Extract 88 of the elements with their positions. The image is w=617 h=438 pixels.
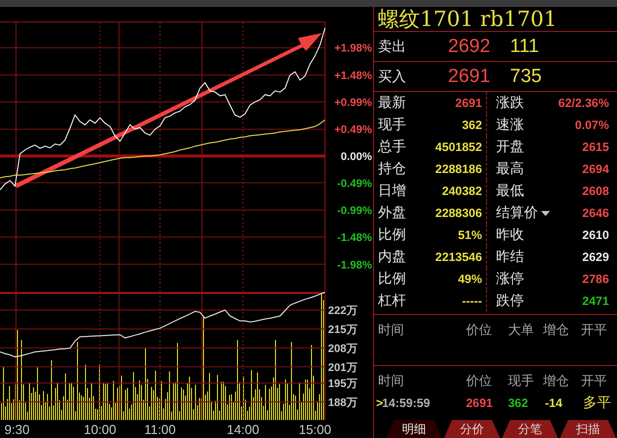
stat-value: 62/2.36% [558, 96, 609, 110]
stat-label: 昨结 [496, 248, 524, 266]
stat-value: 4501852 [435, 140, 482, 154]
tab[interactable]: 明细 [386, 420, 442, 438]
axis-label: 188万 [328, 396, 358, 409]
table-cell-text: -14 [545, 396, 564, 410]
stat-value: 2213546 [435, 250, 482, 264]
stat-label: 涨停 [496, 270, 524, 288]
column-header: 时间 [378, 322, 405, 339]
stat-label: 外盘 [378, 204, 406, 222]
axis-label: +1.48% [334, 70, 372, 82]
stat-value: 2629 [582, 250, 609, 264]
stat-value: 51% [458, 228, 482, 242]
axis-label: 208万 [328, 342, 358, 355]
time-label: 9:30 [4, 422, 30, 437]
stat-value: 2615 [582, 140, 609, 154]
axis-label: -1.48% [337, 232, 372, 244]
order-label: 买入 [377, 68, 407, 86]
stat-label: 杠杆 [378, 292, 406, 310]
axis-label: 0.00% [340, 151, 372, 163]
stat-label: 昨收 [496, 226, 524, 244]
axis-label: 222万 [328, 305, 358, 318]
stat-label: 涨跌 [496, 94, 524, 112]
table-cell: 多平 [583, 394, 611, 412]
column-header: 时间 [378, 373, 405, 390]
stat-label: 速涨 [496, 116, 524, 134]
axis-label: +0.99% [334, 96, 372, 109]
column-header: 现手 [508, 373, 535, 390]
stat-label: 最低 [496, 182, 524, 200]
stat-label: 结算价 [496, 204, 538, 222]
stat-label: 内盘 [378, 248, 406, 266]
axis-label: 215万 [328, 324, 358, 336]
stat-label: 日增 [378, 182, 406, 200]
axis-label: -1.98% [337, 259, 372, 272]
tab[interactable]: 分价 [444, 420, 500, 438]
stat-value: 2691 [455, 96, 482, 110]
tab[interactable]: 扫描 [560, 420, 616, 438]
column-header: 大单 [508, 322, 535, 339]
contract-title: 螺纹1701 rb1701 [374, 7, 617, 32]
column-header: 价位 [466, 373, 493, 390]
time-label: 15:00 [298, 422, 332, 437]
order-price: 2691 [448, 66, 492, 88]
stat-label: 跌停 [496, 292, 524, 310]
stat-label: 现手 [378, 116, 406, 134]
stat-value: 2646 [582, 206, 609, 220]
stat-value: 2608 [582, 184, 609, 198]
stat-label: 开盘 [496, 138, 524, 156]
stat-label: 最高 [496, 160, 524, 178]
stat-label: 比例 [378, 270, 406, 288]
stat-value: 362 [462, 118, 482, 132]
table-cell-text: 14:59:59 [382, 396, 432, 410]
column-header: 增仓 [543, 373, 570, 390]
axis-label: +1.98% [334, 42, 372, 55]
stat-value: 2288186 [435, 162, 482, 176]
stat-value: ----- [462, 294, 482, 308]
stat-value: 2471 [582, 294, 609, 308]
stat-value: 2786 [582, 272, 609, 286]
column-header: 开平 [581, 373, 607, 390]
stat-value: 2288306 [435, 206, 482, 220]
stat-label: 最新 [378, 94, 406, 112]
column-header: 增仓 [543, 322, 570, 339]
axis-label: 201万 [328, 362, 358, 374]
stat-label: 总手 [378, 138, 406, 156]
dropdown-icon[interactable] [541, 210, 550, 216]
time-label: 14:00 [226, 422, 260, 437]
time-label: 11:00 [144, 422, 176, 437]
stat-value: 0.07% [574, 118, 609, 132]
axis-label: +0.49% [334, 124, 372, 136]
order-volume: 735 [510, 66, 542, 88]
stat-value: 240382 [442, 184, 482, 198]
stat-label: 持仓 [378, 160, 406, 178]
table-cell-text: 2691 [466, 396, 494, 410]
order-price: 2692 [448, 36, 492, 58]
stat-value: 49% [458, 272, 482, 286]
column-header: 价位 [466, 322, 493, 339]
stat-value: 2694 [582, 162, 609, 176]
tab[interactable]: 分笔 [502, 420, 558, 438]
order-label: 卖出 [377, 38, 407, 56]
row-marker: > [376, 396, 382, 410]
axis-label: -0.49% [337, 178, 372, 190]
stat-label: 比例 [378, 226, 406, 244]
stat-value: 2610 [582, 228, 609, 242]
order-volume: 111 [510, 36, 539, 58]
axis-label: -0.99% [337, 205, 372, 218]
time-label: 10:00 [84, 422, 116, 437]
table-cell-text: 362 [508, 396, 530, 410]
axis-label: 195万 [328, 378, 358, 390]
column-header: 开平 [581, 322, 607, 339]
